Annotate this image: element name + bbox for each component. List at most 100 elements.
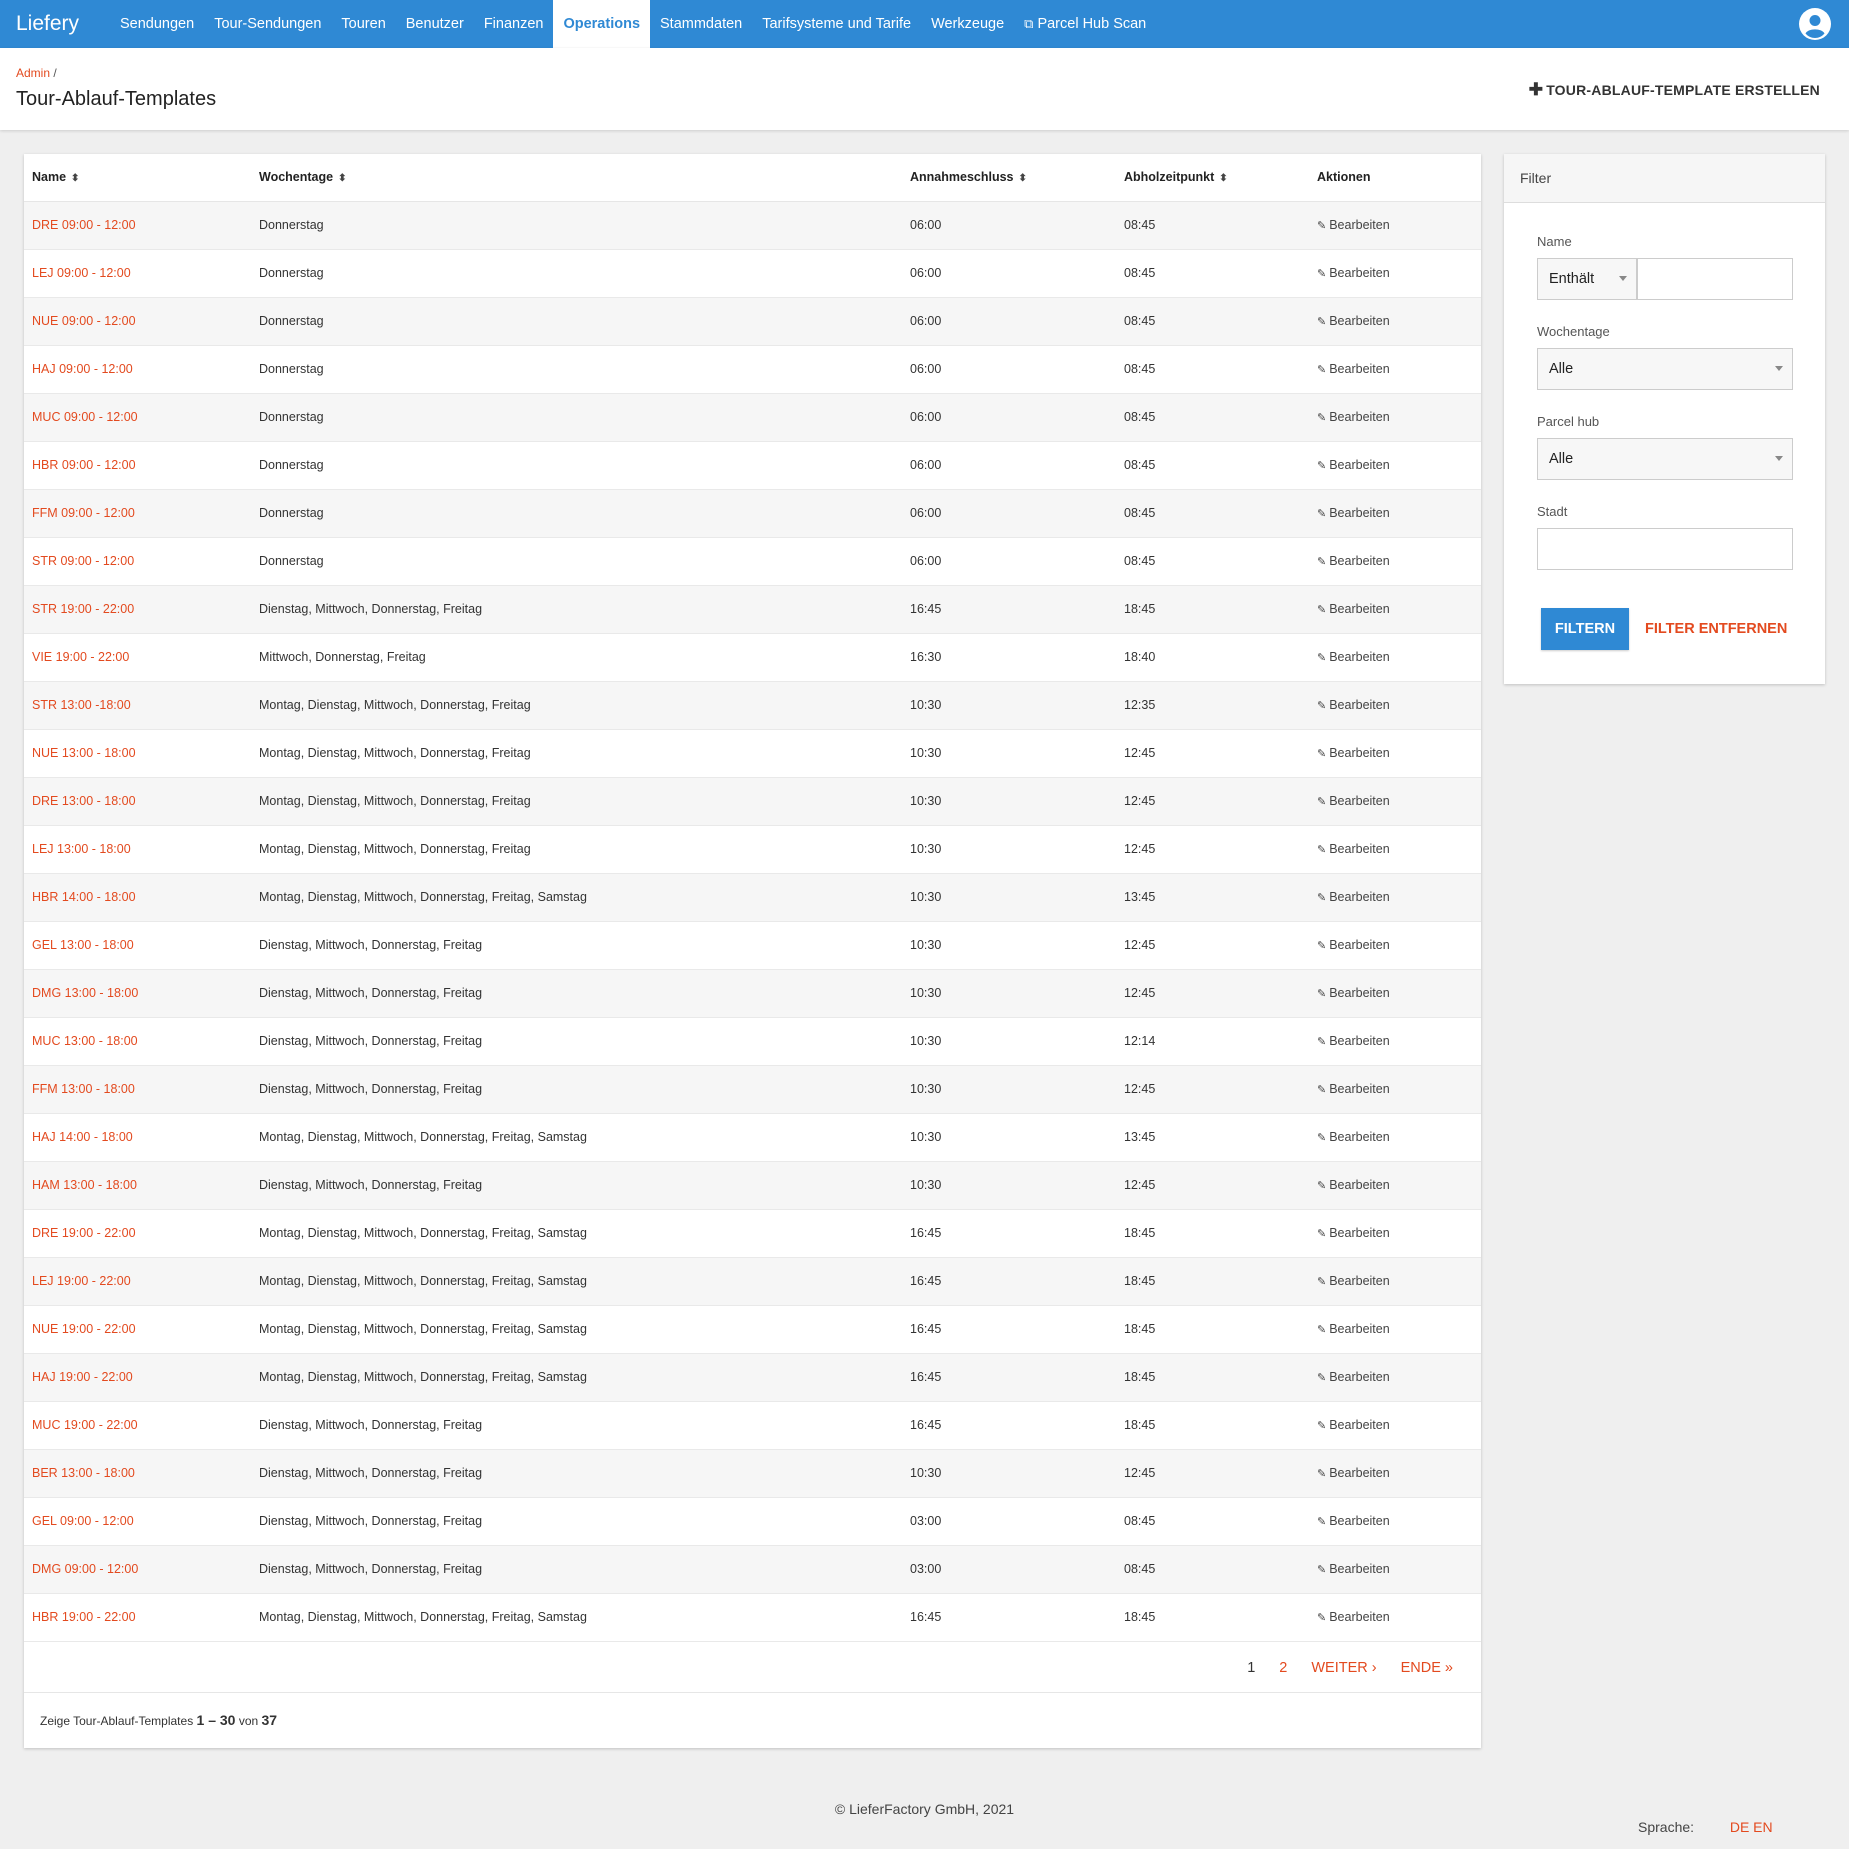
filter-city-input[interactable]	[1537, 528, 1793, 570]
last-page-link[interactable]: ENDE »	[1401, 1660, 1453, 1676]
cutoff-cell: 16:45	[910, 1322, 942, 1336]
edit-link[interactable]: ✎ Bearbeiten	[1309, 1065, 1481, 1113]
cutoff-cell: 10:30	[910, 938, 942, 952]
template-name-link[interactable]: DMG 09:00 - 12:00	[24, 1545, 251, 1593]
template-name-link[interactable]: HBR 14:00 - 18:00	[24, 873, 251, 921]
nav-item-finanzen[interactable]: Finanzen	[474, 0, 554, 48]
nav-item-tarifsysteme-und-tarife[interactable]: Tarifsysteme und Tarife	[752, 0, 921, 48]
nav-item-operations[interactable]: Operations	[553, 0, 651, 48]
template-name-link[interactable]: VIE 19:00 - 22:00	[24, 633, 251, 681]
edit-link[interactable]: ✎ Bearbeiten	[1309, 1017, 1481, 1065]
breadcrumb-admin-link[interactable]: Admin	[16, 66, 50, 80]
table-row: LEJ 13:00 - 18:00 Montag, Dienstag, Mittw…	[24, 825, 1481, 873]
edit-link[interactable]: ✎ Bearbeiten	[1309, 825, 1481, 873]
template-name-link[interactable]: NUE 13:00 - 18:00	[24, 729, 251, 777]
column-header-weekdays[interactable]: Wochentage ⬍	[251, 154, 902, 202]
edit-link[interactable]: ✎ Bearbeiten	[1309, 873, 1481, 921]
language-en-link[interactable]: EN	[1753, 1819, 1772, 1835]
create-template-button[interactable]: ✚ TOUR-ABLAUF-TEMPLATE ERSTELLEN	[1529, 80, 1820, 100]
template-name-link[interactable]: HAJ 09:00 - 12:00	[24, 345, 251, 393]
template-name-link[interactable]: GEL 13:00 - 18:00	[24, 921, 251, 969]
template-name-link[interactable]: DMG 13:00 - 18:00	[24, 969, 251, 1017]
user-avatar-icon[interactable]	[1799, 8, 1831, 40]
edit-link[interactable]: ✎ Bearbeiten	[1309, 1593, 1481, 1641]
filter-hub-select[interactable]: Alle	[1537, 438, 1793, 480]
page-2-link[interactable]: 2	[1279, 1660, 1287, 1676]
column-header-pickup[interactable]: Abholzeitpunkt ⬍	[1116, 154, 1309, 202]
remove-filter-button[interactable]: FILTER ENTFERNEN	[1645, 608, 1787, 650]
edit-link[interactable]: ✎ Bearbeiten	[1309, 297, 1481, 345]
edit-link[interactable]: ✎ Bearbeiten	[1309, 537, 1481, 585]
language-de-link[interactable]: DE	[1730, 1819, 1749, 1835]
weekdays-cell: Montag, Dienstag, Mittwoch, Donnerstag, …	[259, 698, 531, 712]
template-name-link[interactable]: NUE 19:00 - 22:00	[24, 1305, 251, 1353]
template-name-link[interactable]: MUC 19:00 - 22:00	[24, 1401, 251, 1449]
template-name-link[interactable]: DRE 09:00 - 12:00	[24, 201, 251, 249]
edit-link[interactable]: ✎ Bearbeiten	[1309, 441, 1481, 489]
edit-link[interactable]: ✎ Bearbeiten	[1309, 1401, 1481, 1449]
edit-link[interactable]: ✎ Bearbeiten	[1309, 633, 1481, 681]
apply-filter-button[interactable]: FILTERN	[1541, 608, 1629, 650]
edit-link[interactable]: ✎ Bearbeiten	[1309, 585, 1481, 633]
edit-link[interactable]: ✎ Bearbeiten	[1309, 729, 1481, 777]
brand-logo[interactable]: Liefery	[0, 0, 86, 48]
filter-name-input[interactable]	[1637, 258, 1793, 300]
template-name-link[interactable]: LEJ 13:00 - 18:00	[24, 825, 251, 873]
filter-weekdays-select[interactable]: Alle	[1537, 348, 1793, 390]
edit-link[interactable]: ✎ Bearbeiten	[1309, 345, 1481, 393]
edit-link[interactable]: ✎ Bearbeiten	[1309, 1497, 1481, 1545]
template-name-link[interactable]: HAJ 19:00 - 22:00	[24, 1353, 251, 1401]
sort-icon: ⬍	[1219, 173, 1228, 185]
template-name-link[interactable]: HBR 09:00 - 12:00	[24, 441, 251, 489]
edit-link[interactable]: ✎ Bearbeiten	[1309, 1113, 1481, 1161]
template-name-link[interactable]: STR 13:00 -18:00	[24, 681, 251, 729]
template-name-link[interactable]: FFM 13:00 - 18:00	[24, 1065, 251, 1113]
edit-link[interactable]: ✎ Bearbeiten	[1309, 201, 1481, 249]
template-name-link[interactable]: BER 13:00 - 18:00	[24, 1449, 251, 1497]
edit-link[interactable]: ✎ Bearbeiten	[1309, 1209, 1481, 1257]
edit-link[interactable]: ✎ Bearbeiten	[1309, 1305, 1481, 1353]
edit-link[interactable]: ✎ Bearbeiten	[1309, 1161, 1481, 1209]
nav-item-tour-sendungen[interactable]: Tour-Sendungen	[204, 0, 331, 48]
nav-item-stammdaten[interactable]: Stammdaten	[650, 0, 752, 48]
edit-link[interactable]: ✎ Bearbeiten	[1309, 777, 1481, 825]
template-name-link[interactable]: MUC 13:00 - 18:00	[24, 1017, 251, 1065]
template-name-link[interactable]: NUE 09:00 - 12:00	[24, 297, 251, 345]
template-name-link[interactable]: DRE 13:00 - 18:00	[24, 777, 251, 825]
edit-link[interactable]: ✎ Bearbeiten	[1309, 681, 1481, 729]
column-header-cutoff[interactable]: Annahmeschluss ⬍	[902, 154, 1116, 202]
nav-item-touren[interactable]: Touren	[331, 0, 395, 48]
column-header-name[interactable]: Name ⬍	[24, 154, 251, 202]
template-name-link[interactable]: LEJ 19:00 - 22:00	[24, 1257, 251, 1305]
nav-item-parcel-hub-scan[interactable]: ⧉ Parcel Hub Scan	[1014, 0, 1156, 48]
edit-link[interactable]: ✎ Bearbeiten	[1309, 1545, 1481, 1593]
template-name-link[interactable]: STR 19:00 - 22:00	[24, 585, 251, 633]
template-name-link[interactable]: FFM 09:00 - 12:00	[24, 489, 251, 537]
edit-link[interactable]: ✎ Bearbeiten	[1309, 1257, 1481, 1305]
next-page-link[interactable]: WEITER ›	[1311, 1660, 1376, 1676]
template-name-link[interactable]: STR 09:00 - 12:00	[24, 537, 251, 585]
edit-link[interactable]: ✎ Bearbeiten	[1309, 489, 1481, 537]
edit-link[interactable]: ✎ Bearbeiten	[1309, 1353, 1481, 1401]
template-name-link[interactable]: HAM 13:00 - 18:00	[24, 1161, 251, 1209]
template-name-link[interactable]: GEL 09:00 - 12:00	[24, 1497, 251, 1545]
edit-link[interactable]: ✎ Bearbeiten	[1309, 1449, 1481, 1497]
weekdays-cell: Dienstag, Mittwoch, Donnerstag, Freitag	[259, 1418, 483, 1432]
edit-link[interactable]: ✎ Bearbeiten	[1309, 969, 1481, 1017]
edit-link[interactable]: ✎ Bearbeiten	[1309, 249, 1481, 297]
filter-panel: Filter Name Enthält Wochentage Alle Parc…	[1504, 154, 1825, 684]
template-name-link[interactable]: HBR 19:00 - 22:00	[24, 1593, 251, 1641]
nav-item-benutzer[interactable]: Benutzer	[396, 0, 474, 48]
table-header-row: Name ⬍ Wochentage ⬍ Annahmeschluss ⬍ Abholz…	[24, 154, 1481, 202]
nav-item-werkzeuge[interactable]: Werkzeuge	[921, 0, 1014, 48]
filter-name-mode-select[interactable]: Enthält	[1537, 258, 1637, 300]
template-name-link[interactable]: LEJ 09:00 - 12:00	[24, 249, 251, 297]
template-name-link[interactable]: DRE 19:00 - 22:00	[24, 1209, 251, 1257]
template-name-link[interactable]: MUC 09:00 - 12:00	[24, 393, 251, 441]
edit-link[interactable]: ✎ Bearbeiten	[1309, 921, 1481, 969]
nav-item-sendungen[interactable]: Sendungen	[110, 0, 204, 48]
edit-link[interactable]: ✎ Bearbeiten	[1309, 393, 1481, 441]
template-name-link[interactable]: HAJ 14:00 - 18:00	[24, 1113, 251, 1161]
cutoff-cell: 06:00	[910, 458, 942, 472]
pickup-cell: 12:14	[1124, 1034, 1156, 1048]
